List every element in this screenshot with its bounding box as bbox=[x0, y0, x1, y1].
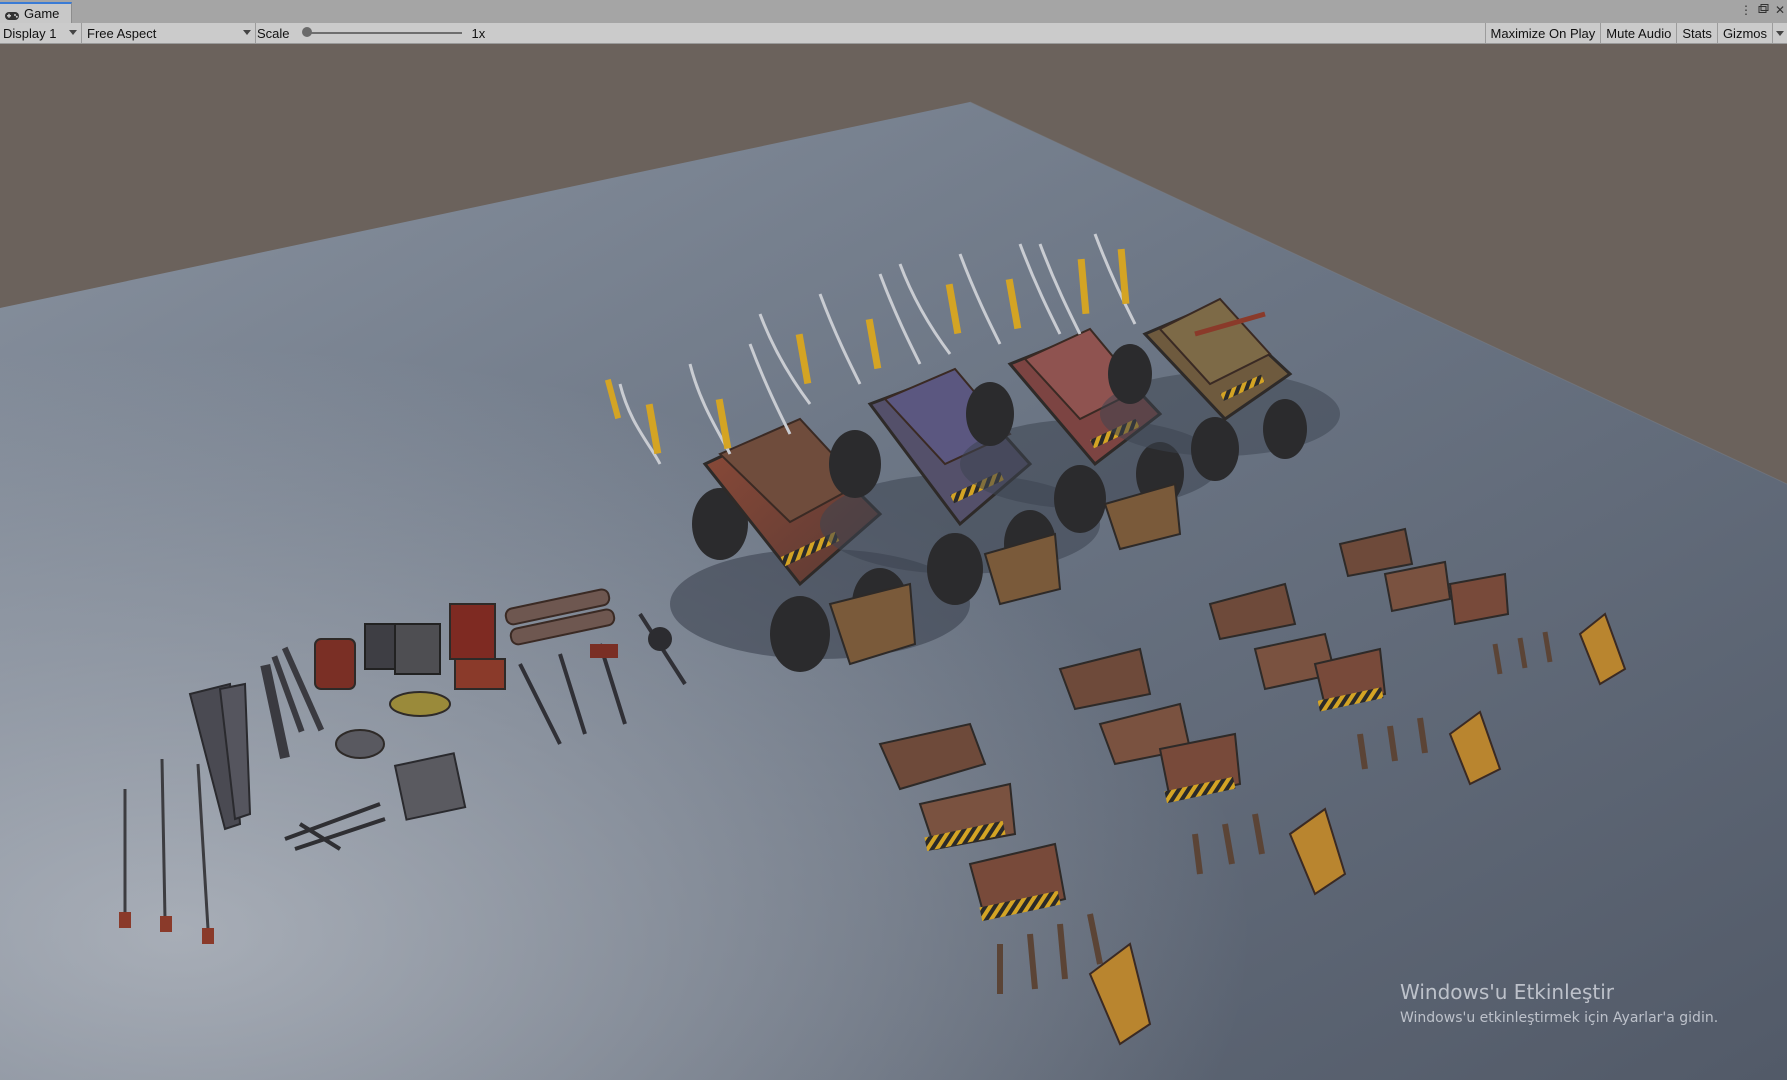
tab-label: Game bbox=[24, 6, 60, 21]
close-icon[interactable]: ✕ bbox=[1775, 3, 1785, 17]
display-label: Display 1 bbox=[3, 25, 57, 41]
chevron-down-icon bbox=[1776, 30, 1784, 36]
stats-button[interactable]: Stats bbox=[1676, 23, 1717, 43]
gizmos-button[interactable]: Gizmos bbox=[1716, 23, 1772, 43]
chevron-down-icon bbox=[69, 30, 77, 35]
aspect-dropdown[interactable]: Free Aspect bbox=[84, 23, 256, 43]
game-toolbar: Display 1 Free Aspect Scale 1x Maximize … bbox=[0, 23, 1787, 44]
windows-activation-watermark: Windows'u Etkinleştir Windows'u etkinleş… bbox=[1400, 980, 1718, 1026]
maximize-on-play-button[interactable]: Maximize On Play bbox=[1484, 23, 1601, 43]
aspect-label: Free Aspect bbox=[87, 25, 157, 41]
tab-game[interactable]: Game bbox=[0, 2, 72, 23]
scale-control: Scale 1x bbox=[257, 23, 485, 43]
gizmos-label: Gizmos bbox=[1722, 25, 1767, 41]
scene-render bbox=[0, 44, 1787, 1080]
game-viewport[interactable]: Windows'u Etkinleştir Windows'u etkinleş… bbox=[0, 44, 1787, 1080]
display-dropdown[interactable]: Display 1 bbox=[0, 23, 82, 43]
watermark-title: Windows'u Etkinleştir bbox=[1400, 980, 1615, 1004]
scale-value: 1x bbox=[471, 25, 486, 41]
kebab-menu-icon[interactable]: ⋮ bbox=[1740, 3, 1752, 17]
watermark-subtitle: Windows'u etkinleştirmek için Ayarlar'a … bbox=[1400, 1010, 1719, 1026]
mute-audio-button[interactable]: Mute Audio bbox=[1600, 23, 1676, 43]
chevron-down-icon bbox=[243, 30, 251, 35]
scale-label: Scale bbox=[257, 25, 290, 41]
window-controls: ⋮ ✕ bbox=[1740, 3, 1785, 17]
gizmos-dropdown[interactable] bbox=[1772, 23, 1787, 43]
tab-bar: Game ⋮ ✕ bbox=[0, 0, 1787, 24]
maximize-icon[interactable] bbox=[1758, 3, 1769, 17]
scale-slider[interactable] bbox=[301, 27, 462, 37]
gamepad-icon bbox=[4, 9, 20, 20]
toolbar-right: Maximize On Play Mute Audio Stats Gizmos bbox=[1484, 23, 1787, 43]
scale-slider-thumb[interactable] bbox=[301, 27, 312, 37]
